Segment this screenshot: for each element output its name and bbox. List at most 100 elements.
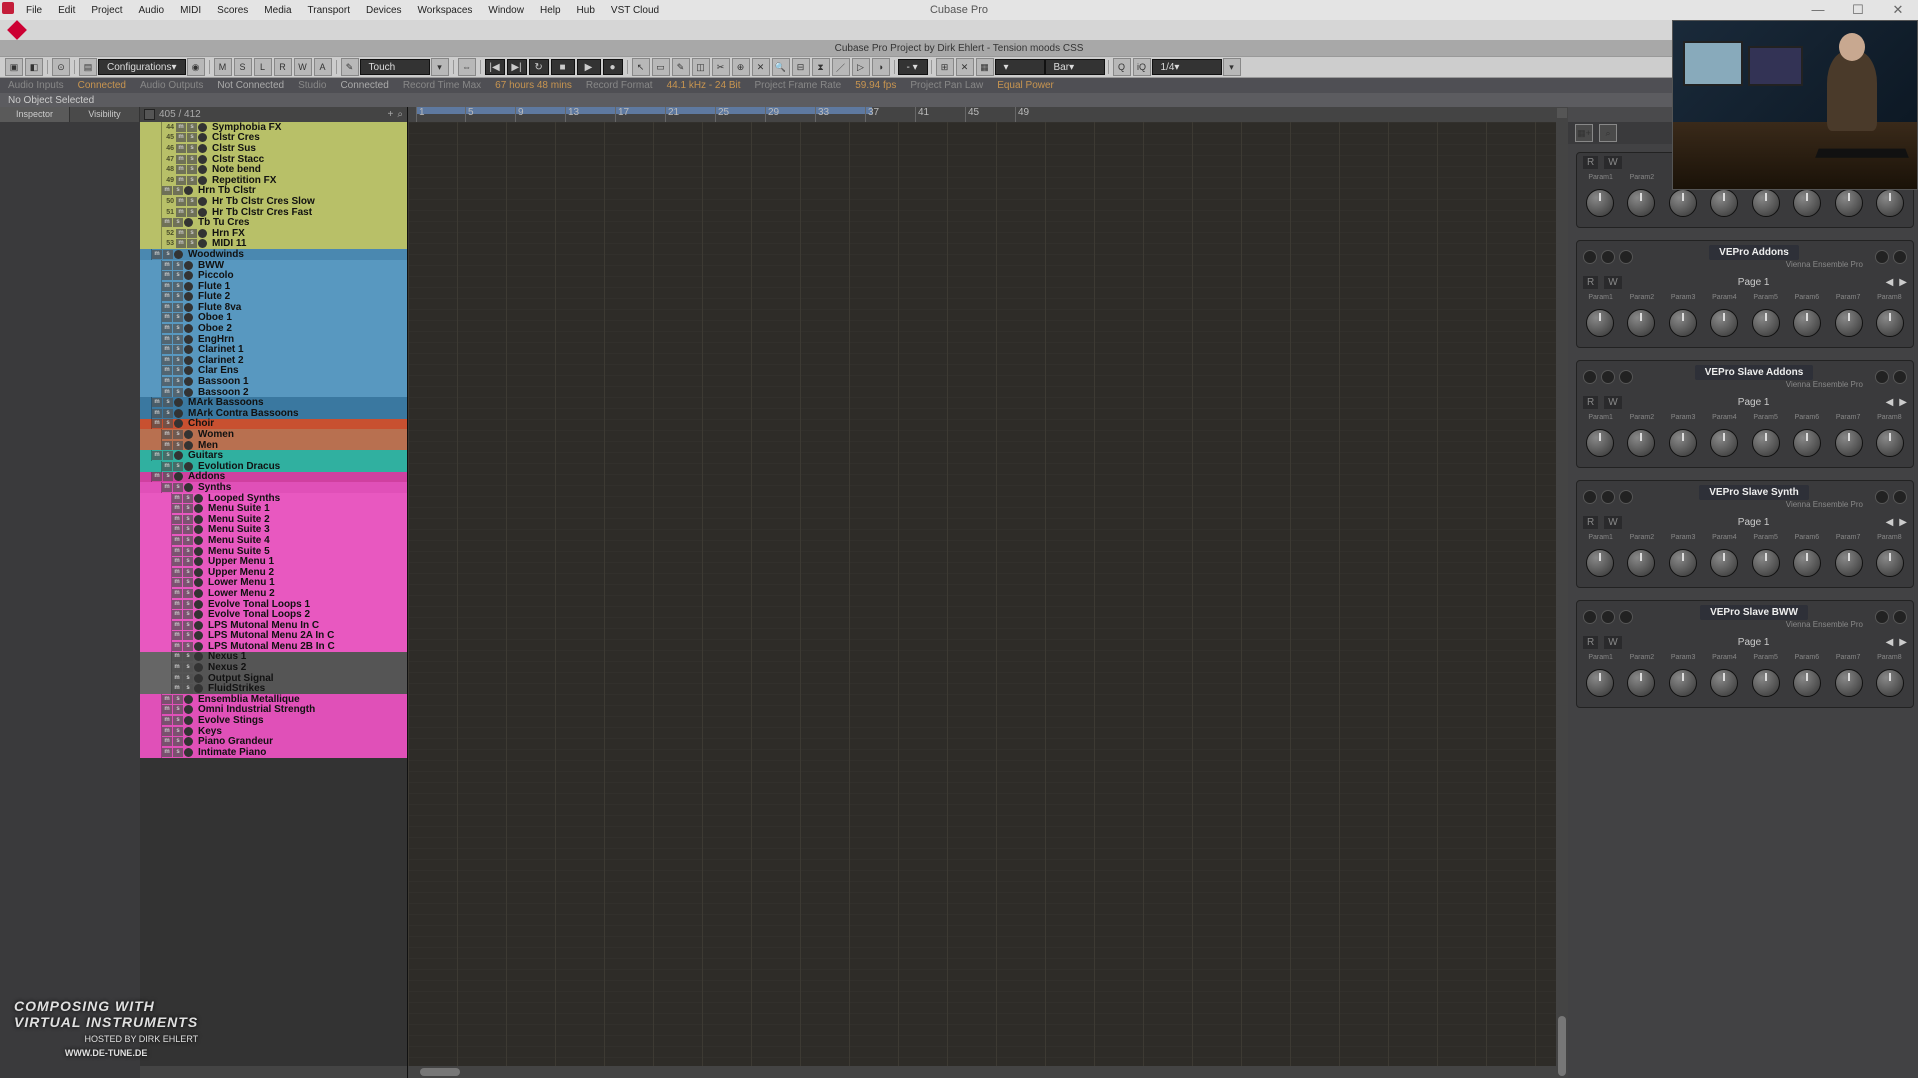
record-enable-button[interactable] [174,451,183,460]
vst-output-button[interactable] [1893,370,1907,384]
solo-button[interactable]: s [183,674,193,683]
vst-knob[interactable] [1793,189,1821,217]
menu-project[interactable]: Project [83,2,130,19]
track-row[interactable]: msLower Menu 1 [140,578,407,589]
record-enable-button[interactable] [194,504,203,513]
track-row[interactable]: msUpper Menu 1 [140,556,407,567]
vst-write-button[interactable]: W [1604,636,1621,649]
solo-button[interactable]: s [187,144,197,153]
record-enable-button[interactable] [198,144,207,153]
vst-edit-button[interactable] [1601,610,1615,624]
solo-button[interactable]: s [173,462,183,471]
vst-page-label[interactable]: Page 1 [1628,397,1880,408]
track-row[interactable]: msClar Ens [140,366,407,377]
vst-knob[interactable] [1835,309,1863,337]
vst-read-button[interactable]: R [1583,396,1598,409]
snap-type-dropdown[interactable]: ▾ [995,59,1045,75]
mute-button[interactable]: m [162,705,172,714]
solo-button[interactable]: s [183,578,193,587]
track-row[interactable]: msEngHrn [140,334,407,345]
timeline-ruler[interactable]: 15913172125293337414549 [408,107,1556,122]
track-row[interactable]: msLPS Mutonal Menu 2A In C [140,631,407,642]
automation-icon[interactable]: ✎ [341,58,359,76]
record-enable-button[interactable] [184,345,193,354]
mute-button[interactable]: m [172,568,182,577]
vst-find-button[interactable]: ⌕ [1599,124,1617,142]
vst-knob[interactable] [1586,669,1614,697]
mute-button[interactable]: m [176,239,186,248]
track-row[interactable]: msIntimate Piano [140,747,407,758]
record-enable-button[interactable] [198,165,207,174]
constrain-button[interactable]: ◧ [25,58,43,76]
record-enable-button[interactable] [184,292,193,301]
vst-knob[interactable] [1752,669,1780,697]
mute-button[interactable]: m [162,366,172,375]
vst-knob[interactable] [1627,189,1655,217]
record-enable-button[interactable] [184,705,193,714]
mute-button[interactable]: m [172,547,182,556]
track-row[interactable]: msEvolve Tonal Loops 1 [140,599,407,610]
vst-knob[interactable] [1793,429,1821,457]
mute-button[interactable]: m [162,282,172,291]
write-button[interactable]: W [294,58,312,76]
record-enable-button[interactable] [194,547,203,556]
vst-edit-button[interactable] [1601,250,1615,264]
vst-input-button[interactable] [1875,370,1889,384]
tab-visibility[interactable]: Visibility [70,107,140,122]
record-enable-button[interactable] [184,271,193,280]
vst-read-button[interactable]: R [1583,636,1598,649]
track-row[interactable]: msLPS Mutonal Menu 2B In C [140,641,407,652]
tab-inspector[interactable]: Inspector [0,107,70,122]
vst-knob[interactable] [1669,189,1697,217]
record-enable-button[interactable] [194,568,203,577]
record-enable-button[interactable] [184,313,193,322]
window-maximize-icon[interactable]: ☐ [1838,2,1878,18]
mute-button[interactable]: m [162,271,172,280]
solo-button[interactable]: s [187,176,197,185]
track-row[interactable]: msWomen [140,429,407,440]
vst-knob[interactable] [1793,669,1821,697]
mute-button[interactable]: m [162,441,172,450]
solo-button[interactable]: s [183,684,193,693]
vst-edit-button[interactable] [1601,370,1615,384]
solo-button[interactable]: s [187,197,197,206]
vst-knob[interactable] [1752,309,1780,337]
solo-button[interactable]: s [183,631,193,640]
quantize-apply-button[interactable]: Q [1113,58,1131,76]
vst-knob[interactable] [1793,549,1821,577]
record-enable-button[interactable] [194,652,203,661]
mute-button[interactable]: m [172,610,182,619]
vst-knob[interactable] [1835,429,1863,457]
solo-button[interactable]: s [187,165,197,174]
vst-knob[interactable] [1669,309,1697,337]
track-row[interactable]: msNexus 1 [140,652,407,663]
record-enable-button[interactable] [184,462,193,471]
vst-page-next-button[interactable]: ▶ [1899,277,1907,288]
mute-button[interactable]: m [176,144,186,153]
grid-format-dropdown[interactable]: Bar ▾ [1045,59,1105,75]
menu-edit[interactable]: Edit [50,2,83,19]
solo-button[interactable]: s [183,547,193,556]
snap-cross-button[interactable]: ✕ [956,58,974,76]
play-button[interactable]: ▶ [577,59,601,75]
vst-knob[interactable] [1586,549,1614,577]
solo-button[interactable]: s [183,600,193,609]
record-enable-button[interactable] [174,250,183,259]
vst-input-button[interactable] [1875,610,1889,624]
line-tool-button[interactable]: ／ [832,58,850,76]
mute-button[interactable]: m [162,303,172,312]
record-enable-button[interactable] [184,261,193,270]
vst-knob[interactable] [1835,549,1863,577]
solo-button[interactable]: s [173,303,183,312]
solo-button[interactable]: s [173,261,183,270]
record-enable-button[interactable] [194,631,203,640]
vst-knob[interactable] [1710,549,1738,577]
track-row[interactable]: msMenu Suite 3 [140,525,407,536]
track-row[interactable]: 44msSymphobia FX [140,122,407,133]
vst-knob[interactable] [1876,549,1904,577]
setup-button[interactable]: ▤ [79,58,97,76]
track-row[interactable]: msOutput Signal [140,673,407,684]
vst-knob[interactable] [1835,189,1863,217]
color-tool-button[interactable]: ◑ [872,58,890,76]
quantize-panel-button[interactable]: ▾ [1223,58,1241,76]
